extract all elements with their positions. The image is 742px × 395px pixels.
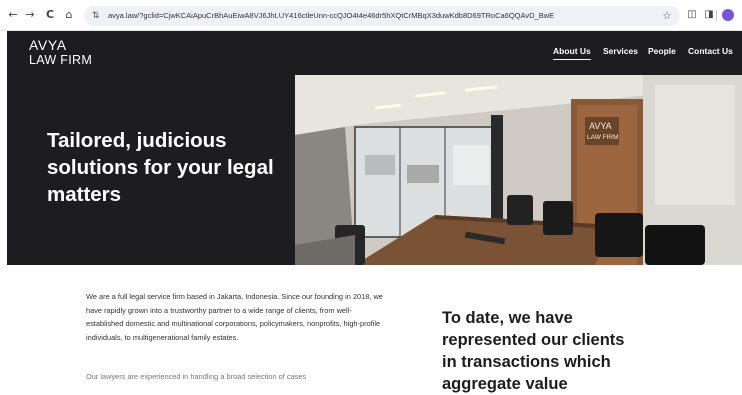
site-info-icon[interactable]: ⇅ [92,10,104,22]
nav-services[interactable]: Services [603,46,638,56]
hero-section: AVYA LAW FIRM About Us Services People C… [7,31,742,265]
reload-icon[interactable]: C [44,9,56,21]
address-bar[interactable]: ⇅ avya.law/?gclid=CjwKCAiApuCrBhAuEiwA8V… [84,6,680,26]
home-icon[interactable]: ⌂ [63,9,75,21]
nav-people[interactable]: People [648,46,676,56]
about-paragraph-2: Our lawyers are experienced in handling … [86,372,307,381]
browser-toolbar: ← → C ⌂ ⇅ avya.law/?gclid=CjwKCAiApuCrBh… [0,0,742,31]
hero-headline: Tailored, judicious solutions for your l… [47,129,274,206]
url-text[interactable]: avya.law/?gclid=CjwKCAiApuCrBhAuEiwA8VJ6… [108,10,653,22]
toolbar-divider [716,10,717,21]
stats-heading: To date, we have represented our clients… [442,309,625,393]
forward-icon[interactable]: → [24,9,36,21]
bookmark-star-icon[interactable]: ☆ [662,9,672,22]
site-header: AVYA LAW FIRM About Us Services People C… [7,31,742,75]
office-photo: AVYA LAW FIRM [295,75,742,265]
sign-lawfirm: LAW FIRM [587,134,619,141]
about-paragraph: We are a full legal service firm based i… [86,292,383,342]
nav-about-us[interactable]: About Us [553,46,591,60]
extensions-icon[interactable]: ◫ [686,9,698,21]
logo-line1[interactable]: AVYA [29,37,67,53]
sign-avya: AVYA [589,121,612,131]
profile-avatar[interactable] [722,9,734,21]
back-icon[interactable]: ← [7,9,19,21]
logo-line2[interactable]: LAW FIRM [29,53,92,67]
side-panel-icon[interactable]: ◨ [703,9,715,21]
nav-contact-us[interactable]: Contact Us [688,46,733,56]
